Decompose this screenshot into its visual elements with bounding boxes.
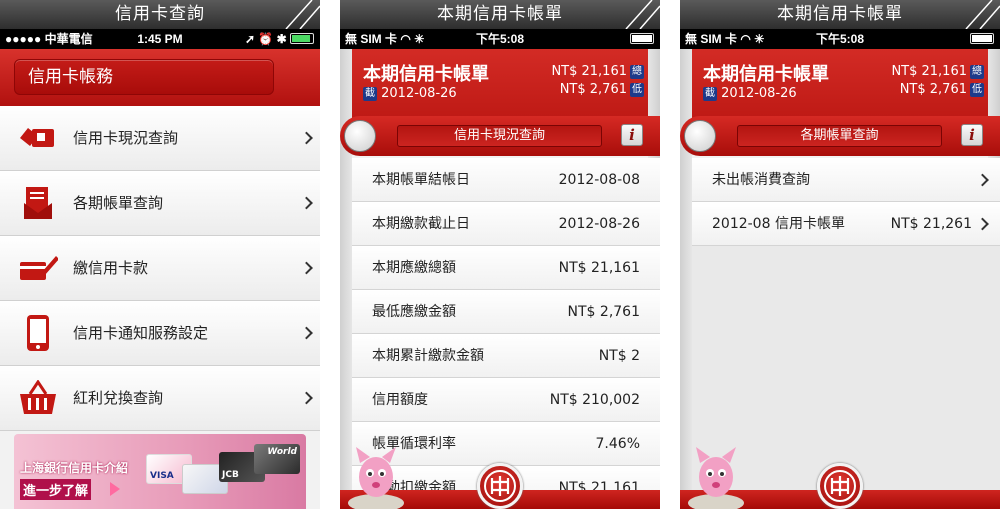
chevron-right-icon	[300, 196, 313, 210]
chevron-right-icon	[300, 261, 313, 275]
min-tag: 低	[970, 83, 984, 97]
title-bar: 信用卡查詢	[0, 0, 320, 29]
statement-row-unbilled[interactable]: 未出帳消費查詢	[692, 158, 1000, 202]
statement-list: 未出帳消費查詢 2012-08 信用卡帳單 NT$ 21,261	[692, 158, 1000, 246]
due-tag: 截	[703, 87, 717, 101]
status-right	[970, 29, 994, 49]
title-corner-decoration	[625, 0, 660, 29]
status-bar: ●●●●● 中華電信 1:45 PM ➚ ⏰ ✱	[0, 29, 320, 49]
status-time: 下午5:08	[475, 32, 525, 46]
total-amount: NT$ 21,161 總	[891, 64, 984, 79]
arrow-right-icon	[110, 482, 120, 496]
due-tag: 截	[363, 87, 377, 101]
info-icon[interactable]: i	[621, 124, 643, 146]
toggle-knob[interactable]	[344, 120, 376, 152]
bank-logo[interactable]	[817, 463, 863, 509]
min-tag: 低	[630, 83, 644, 97]
due-date: 截 2012-08-26	[363, 86, 457, 101]
mascot-image	[688, 447, 744, 509]
detail-row: 本期應繳總額 NT$ 21,161	[352, 246, 660, 290]
page-title: 信用卡查詢	[115, 4, 205, 24]
toggle-knob[interactable]	[684, 120, 716, 152]
menu-item-label: 各期帳單查詢	[73, 194, 164, 212]
screen-statement-history: 本期信用卡帳單 無 SIM 卡 ◠ ✳ 下午5:08 本期信用卡帳單 截 201…	[680, 0, 1000, 509]
banner-more-link[interactable]: 進一步了解	[20, 479, 92, 500]
page-title: 本期信用卡帳單	[777, 4, 903, 24]
menu-item-card-status[interactable]: 信用卡現況查詢	[0, 106, 320, 171]
basket-icon	[20, 380, 56, 414]
menu-item-statements[interactable]: 各期帳單查詢	[0, 171, 320, 236]
menu-item-bonus[interactable]: 紅利兌換查詢	[0, 366, 320, 431]
query-type-dropdown[interactable]: 信用卡現況查詢	[397, 125, 602, 147]
menu-item-label: 信用卡現況查詢	[73, 129, 179, 147]
chevron-right-icon	[300, 326, 313, 340]
screen-current-bill: 本期信用卡帳單 無 SIM 卡 ◠ ✳ 下午5:08 本期信用卡帳單 截 201…	[340, 0, 660, 509]
title-corner-decoration	[285, 0, 320, 29]
total-tag: 總	[970, 65, 984, 79]
chevron-right-icon	[976, 217, 989, 230]
menu-item-notifications[interactable]: 信用卡通知服務設定	[0, 301, 320, 366]
status-bar: 無 SIM 卡 ◠ ✳ 下午5:08	[680, 29, 1000, 49]
total-tag: 總	[630, 65, 644, 79]
battery-icon	[630, 33, 654, 44]
detail-row: 信用額度 NT$ 210,002	[352, 378, 660, 422]
detail-row: 最低應繳金額 NT$ 2,761	[352, 290, 660, 334]
menu-item-label: 信用卡通知服務設定	[73, 324, 209, 342]
page-title: 本期信用卡帳單	[437, 4, 563, 24]
status-right: ➚ ⏰ ✱	[245, 29, 314, 49]
detail-row: 本期累計繳款金額 NT$ 2	[352, 334, 660, 378]
detail-row: 本期帳單結帳日 2012-08-08	[352, 158, 660, 202]
phone-icon	[27, 315, 49, 351]
menu-item-label: 繳信用卡款	[73, 259, 149, 277]
chevron-right-icon	[300, 391, 313, 405]
statement-icon	[24, 187, 52, 219]
menu-item-label: 紅利兌換查詢	[73, 389, 164, 407]
query-type-dropdown[interactable]: 各期帳單查詢	[737, 125, 942, 147]
card-status-icon	[20, 128, 54, 147]
statement-row-2012-08[interactable]: 2012-08 信用卡帳單 NT$ 21,261	[692, 202, 1000, 246]
banner-title: 上海銀行信用卡介紹	[20, 461, 129, 475]
section-header: 信用卡帳務	[0, 49, 320, 106]
total-amount: NT$ 21,161 總	[551, 64, 644, 79]
due-date: 截 2012-08-26	[703, 86, 797, 101]
detail-row: 本期繳款截止日 2012-08-26	[352, 202, 660, 246]
bank-logo-icon	[824, 470, 856, 502]
screen-credit-card-query: 信用卡查詢 ●●●●● 中華電信 1:45 PM ➚ ⏰ ✱ 信用卡帳務 信用卡…	[0, 0, 320, 509]
mascot-image	[348, 447, 404, 509]
menu-item-pay-card[interactable]: 繳信用卡款	[0, 236, 320, 301]
chevron-right-icon	[300, 131, 313, 145]
status-bar: 無 SIM 卡 ◠ ✳ 下午5:08	[340, 29, 660, 49]
battery-icon	[290, 33, 314, 44]
query-selector: 各期帳單查詢 i	[680, 116, 1000, 156]
panel-title: 本期信用卡帳單	[703, 64, 829, 85]
status-time: 下午5:08	[815, 32, 865, 46]
credit-card-account-button[interactable]: 信用卡帳務	[14, 59, 274, 95]
menu-list: 信用卡現況查詢 各期帳單查詢 繳信用卡款 信用卡通知服務設定 紅利兌換查詢	[0, 106, 320, 431]
battery-icon	[970, 33, 994, 44]
payment-icon	[20, 256, 58, 280]
chevron-right-icon	[976, 173, 989, 186]
info-icon[interactable]: i	[961, 124, 983, 146]
bank-logo[interactable]	[477, 463, 523, 509]
min-amount: NT$ 2,761 低	[899, 82, 984, 97]
panel-title: 本期信用卡帳單	[363, 64, 489, 85]
bank-logo-icon	[484, 470, 516, 502]
status-right	[630, 29, 654, 49]
min-amount: NT$ 2,761 低	[559, 82, 644, 97]
title-bar: 本期信用卡帳單	[340, 0, 660, 29]
title-bar: 本期信用卡帳單	[680, 0, 1000, 29]
promo-banner[interactable]: 上海銀行信用卡介紹 進一步了解 VISA JCB World	[14, 434, 306, 509]
query-selector: 信用卡現況查詢 i	[340, 116, 660, 156]
title-corner-decoration	[965, 0, 1000, 29]
card-image: World	[254, 444, 300, 474]
